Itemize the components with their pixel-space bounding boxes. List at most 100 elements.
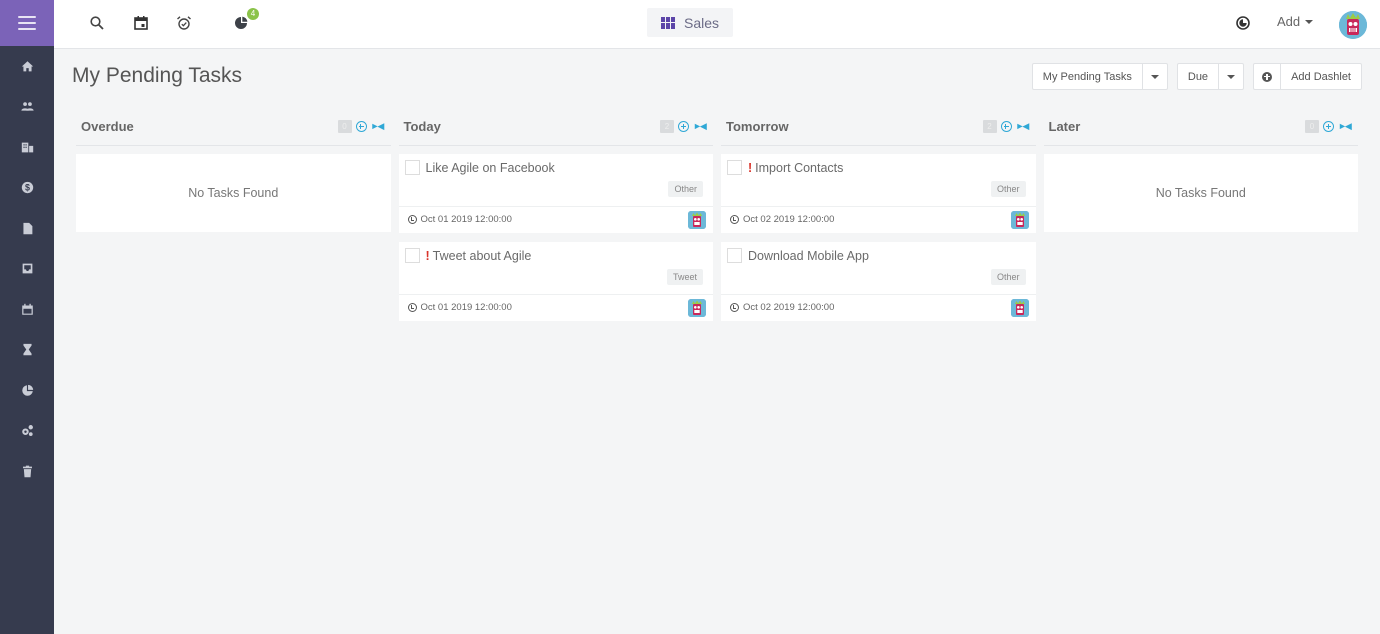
task-complete-checkbox[interactable] bbox=[404, 160, 420, 175]
filter-view-label[interactable]: My Pending Tasks bbox=[1033, 64, 1142, 89]
top-bar: 4 Sales Add bbox=[54, 0, 1380, 49]
task-name[interactable]: ! Tweet about Agile bbox=[426, 249, 532, 263]
due-date: Oct 01 2019 12:00:00 bbox=[420, 302, 512, 313]
sidebar-item-deals[interactable]: $ bbox=[0, 168, 54, 209]
task-title: Tweet about Agile bbox=[432, 248, 532, 263]
group-by-dropdown[interactable]: Due bbox=[1176, 63, 1245, 90]
caret-down-icon bbox=[1150, 74, 1159, 79]
sidebar-item-tasks[interactable] bbox=[0, 330, 54, 371]
task-card[interactable]: Download Mobile App Other Oct 02 2019 12:0… bbox=[721, 242, 1036, 321]
task-name[interactable]: ! Import Contacts bbox=[748, 161, 843, 175]
page-title: My Pending Tasks bbox=[72, 64, 243, 87]
trash-icon bbox=[22, 465, 32, 477]
task-complete-checkbox[interactable] bbox=[404, 248, 420, 263]
add-task-icon[interactable] bbox=[1000, 121, 1012, 132]
gears-icon bbox=[21, 425, 33, 437]
column-tomorrow: Tomorrow 2 ►◀! Import Contacts Other Oct 02 2… bbox=[717, 108, 1040, 634]
task-body: Like Agile on Facebook Other bbox=[398, 154, 713, 207]
high-priority-icon: ! bbox=[425, 248, 430, 263]
user-avatar[interactable] bbox=[1339, 11, 1367, 39]
task-title: Import Contacts bbox=[755, 160, 844, 175]
clock-icon bbox=[407, 215, 417, 224]
task-board: Overdue 0 ►◀ No Tasks Found Today 2 ►◀ Like Agi… bbox=[72, 108, 1362, 634]
clock-icon bbox=[730, 303, 739, 312]
collapse-column-icon[interactable]: ►◀ bbox=[1016, 121, 1030, 132]
add-dashlet-button[interactable]: Add Dashlet bbox=[1253, 63, 1362, 90]
task-name[interactable]: Download Mobile App bbox=[748, 249, 869, 263]
sidebar-item-calendar[interactable] bbox=[0, 289, 54, 330]
people-icon bbox=[20, 102, 34, 111]
caret-down-icon bbox=[1305, 19, 1314, 24]
task-count-badge: 0 bbox=[337, 120, 352, 133]
header-actions: My Pending Tasks Due Add Dashlet bbox=[1031, 63, 1362, 90]
hamburger-icon bbox=[18, 16, 36, 30]
task-body: ! Tweet about Agile Tweet bbox=[398, 242, 713, 295]
sidebar-item-companies[interactable] bbox=[0, 127, 54, 168]
app-switcher-button[interactable]: Sales bbox=[647, 8, 733, 37]
task-name[interactable]: Like Agile on Facebook bbox=[426, 161, 555, 175]
inbox-icon bbox=[22, 263, 32, 274]
column-header: Tomorrow 2 ►◀ bbox=[721, 108, 1036, 146]
task-owner-avatar[interactable] bbox=[1010, 210, 1029, 229]
collapse-column-icon[interactable]: ►◀ bbox=[1338, 121, 1352, 132]
column-title: Tomorrow bbox=[726, 119, 789, 134]
add-task-icon[interactable] bbox=[1323, 121, 1334, 132]
add-task-icon[interactable] bbox=[355, 121, 367, 132]
task-card[interactable]: ! Import Contacts Other Oct 02 2019 12:00:0… bbox=[721, 154, 1036, 233]
sidebar-item-settings[interactable] bbox=[0, 411, 54, 452]
column-title: Today bbox=[403, 119, 441, 134]
task-title: Download Mobile App bbox=[748, 248, 869, 263]
group-by-toggle[interactable] bbox=[1218, 64, 1243, 89]
task-complete-checkbox[interactable] bbox=[727, 248, 742, 263]
high-priority-icon: ! bbox=[748, 160, 753, 175]
sidebar-item-documents[interactable] bbox=[0, 208, 54, 249]
task-owner-avatar[interactable] bbox=[1010, 298, 1029, 317]
reports-notification-button[interactable]: 4 bbox=[231, 8, 259, 33]
menu-toggle-button[interactable] bbox=[0, 0, 54, 46]
add-menu-button[interactable]: Add bbox=[1277, 14, 1314, 29]
collapse-column-icon[interactable]: ►◀ bbox=[693, 121, 707, 132]
sidebar-item-contacts[interactable] bbox=[0, 87, 54, 128]
group-by-label[interactable]: Due bbox=[1178, 64, 1218, 89]
column-tools: 2 ►◀ bbox=[660, 120, 707, 133]
calendar-button[interactable] bbox=[131, 13, 151, 33]
theme-toggle-button[interactable] bbox=[1233, 13, 1253, 33]
sidebar-item-trash[interactable] bbox=[0, 451, 54, 492]
sidebar-item-reports[interactable] bbox=[0, 370, 54, 411]
grid-icon bbox=[660, 16, 675, 29]
collapse-column-icon[interactable]: ►◀ bbox=[371, 121, 385, 132]
column-tools: 0 ►◀ bbox=[1305, 120, 1352, 133]
sidebar: $ bbox=[0, 0, 54, 634]
pie-chart-icon bbox=[21, 384, 33, 396]
calendar-icon bbox=[134, 16, 148, 30]
reminders-button[interactable] bbox=[174, 13, 194, 33]
add-dashlet-icon-button[interactable] bbox=[1254, 64, 1280, 89]
task-card[interactable]: Like Agile on Facebook Other Oct 01 2019 1… bbox=[398, 154, 713, 233]
theme-icon bbox=[1236, 16, 1250, 30]
task-body: Download Mobile App Other bbox=[721, 242, 1036, 295]
task-type-tag: Other bbox=[990, 269, 1026, 285]
task-due: Oct 01 2019 12:00:00 bbox=[407, 302, 512, 313]
task-body: ! Import Contacts Other bbox=[721, 154, 1036, 207]
task-owner-avatar[interactable] bbox=[688, 210, 706, 229]
column-tools: 2 ►◀ bbox=[982, 120, 1030, 133]
task-count-badge: 2 bbox=[982, 120, 997, 133]
notification-badge: 4 bbox=[247, 8, 259, 20]
pie-chart-icon bbox=[235, 16, 248, 29]
sidebar-item-inbox[interactable] bbox=[0, 249, 54, 290]
add-dashlet-label[interactable]: Add Dashlet bbox=[1280, 64, 1361, 89]
sidebar-item-home[interactable] bbox=[0, 46, 54, 87]
filter-view-toggle[interactable] bbox=[1141, 64, 1167, 89]
column-later: Later 0 ►◀ No Tasks Found bbox=[1040, 108, 1363, 634]
search-button[interactable] bbox=[87, 13, 107, 33]
task-owner-avatar[interactable] bbox=[688, 298, 706, 317]
task-complete-checkbox[interactable] bbox=[727, 160, 742, 175]
column-tools: 0 ►◀ bbox=[337, 120, 385, 133]
due-date: Oct 02 2019 12:00:00 bbox=[743, 214, 835, 225]
task-due: Oct 02 2019 12:00:00 bbox=[730, 302, 834, 313]
task-card[interactable]: ! Tweet about Agile Tweet Oct 01 2019 12:00… bbox=[398, 242, 713, 321]
add-task-icon[interactable] bbox=[678, 121, 689, 132]
filter-view-dropdown[interactable]: My Pending Tasks bbox=[1031, 63, 1168, 90]
task-type-tag: Other bbox=[990, 181, 1026, 197]
plus-circle-icon bbox=[1262, 71, 1273, 82]
